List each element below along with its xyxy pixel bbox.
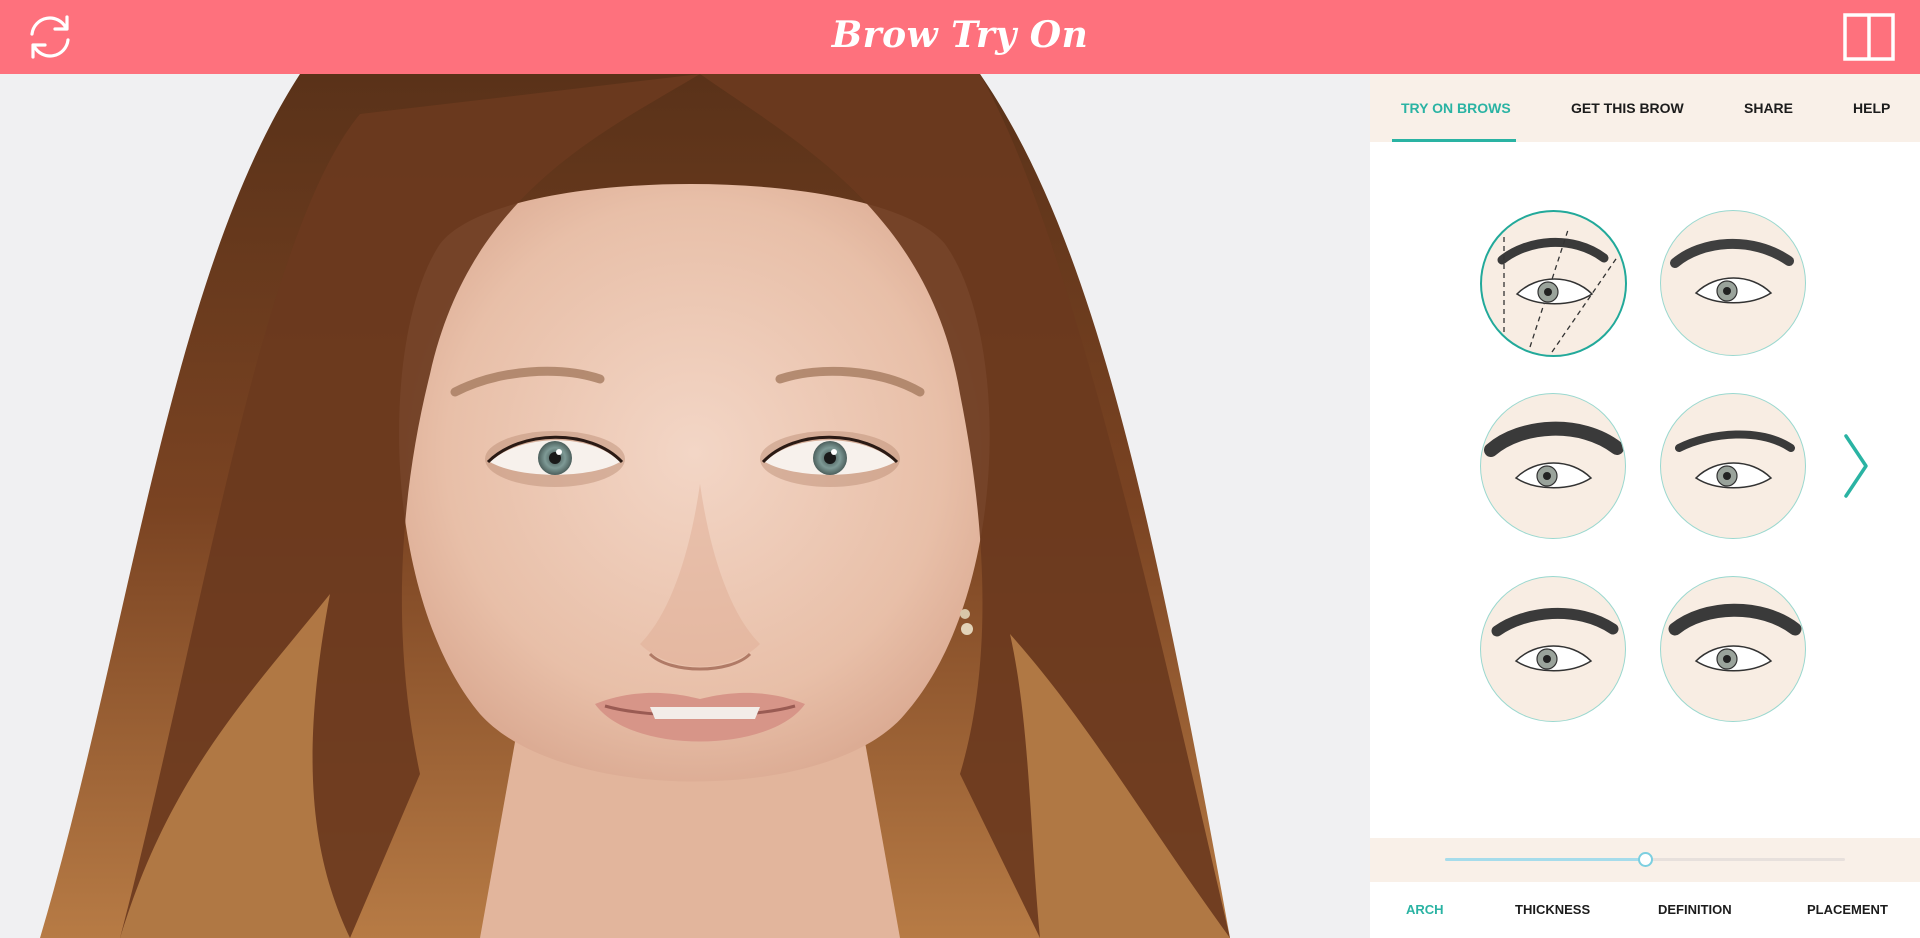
arch-slider-bar (1370, 838, 1920, 882)
arch-slider-thumb[interactable] (1638, 852, 1653, 867)
tab-placement[interactable]: PLACEMENT (1807, 882, 1888, 938)
brow-style-icon (1491, 607, 1619, 672)
tab-arch[interactable]: ARCH (1406, 882, 1444, 938)
brow-style-icon (1670, 239, 1794, 304)
brow-panel: TRY ON BROWS GET THIS BROW SHARE HELP (1370, 74, 1920, 938)
brow-style-option[interactable] (1660, 576, 1806, 722)
tab-thickness[interactable]: THICKNESS (1515, 882, 1590, 938)
brow-style-option[interactable] (1480, 393, 1626, 539)
tab-get-this-brow[interactable]: GET THIS BROW (1571, 74, 1684, 142)
brow-style-option[interactable] (1660, 210, 1806, 356)
brow-style-option[interactable] (1660, 393, 1806, 539)
brow-style-option[interactable] (1480, 576, 1626, 722)
chevron-right-icon[interactable] (1842, 433, 1870, 499)
tab-share[interactable]: SHARE (1744, 74, 1793, 142)
arch-slider-track[interactable] (1445, 852, 1845, 867)
tab-try-on-brows[interactable]: TRY ON BROWS (1401, 74, 1511, 142)
brow-style-icon (1668, 603, 1802, 672)
refresh-icon[interactable] (22, 12, 78, 62)
portrait-photo (0, 74, 1370, 938)
brow-style-option[interactable] (1480, 210, 1627, 357)
brow-style-icon (1484, 421, 1624, 489)
brow-guide-icon (1497, 229, 1619, 353)
tab-help[interactable]: HELP (1853, 74, 1890, 142)
app-header: Brow Try On (0, 0, 1920, 74)
main-tabs: TRY ON BROWS GET THIS BROW SHARE HELP (1370, 74, 1920, 142)
app-title: Brow Try On (831, 14, 1089, 56)
adjust-tabs: ARCH THICKNESS DEFINITION PLACEMENT (1370, 882, 1920, 938)
tab-definition[interactable]: DEFINITION (1658, 882, 1732, 938)
active-tab-indicator (1392, 139, 1516, 142)
split-view-icon[interactable] (1843, 13, 1895, 61)
arch-slider-fill (1445, 858, 1645, 861)
brow-style-icon (1675, 430, 1795, 489)
